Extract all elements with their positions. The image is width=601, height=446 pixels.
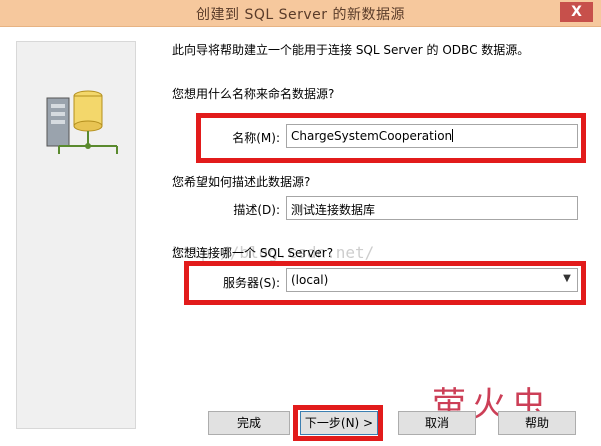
wizard-side-panel (16, 41, 136, 429)
name-label: 名称(M): (232, 131, 280, 145)
intro-text: 此向导将帮助建立一个能用于连接 SQL Server 的 ODBC 数据源。 (172, 43, 530, 57)
desc-question: 您希望如何描述此数据源? (172, 175, 311, 189)
desc-label: 描述(D): (233, 203, 280, 217)
name-question: 您想用什么名称来命名数据源? (172, 87, 335, 101)
cancel-button[interactable]: 取消 (398, 411, 476, 435)
desc-input[interactable]: 测试连接数据库 (286, 196, 578, 220)
title-bar: 创建到 SQL Server 的新数据源 X (0, 0, 601, 27)
server-select-value: (local) (291, 273, 329, 287)
help-button[interactable]: 帮助 (498, 411, 576, 435)
server-label: 服务器(S): (222, 276, 280, 290)
next-button[interactable]: 下一步(N) > (300, 411, 378, 435)
name-input-value: ChargeSystemCooperation (291, 129, 453, 143)
chevron-down-icon[interactable]: ▼ (561, 273, 573, 285)
dialog-body: 此向导将帮助建立一个能用于连接 SQL Server 的 ODBC 数据源。 您… (0, 27, 601, 446)
server-database-icon (46, 90, 118, 154)
window-title: 创建到 SQL Server 的新数据源 (196, 7, 405, 23)
server-select[interactable]: (local) ▼ (286, 268, 578, 292)
server-question: 您想连接哪一个 SQL Server? (172, 246, 334, 260)
finish-button[interactable]: 完成 (208, 411, 290, 435)
close-button[interactable]: X (560, 2, 593, 22)
text-caret (452, 129, 454, 142)
name-input[interactable]: ChargeSystemCooperation (286, 124, 578, 148)
